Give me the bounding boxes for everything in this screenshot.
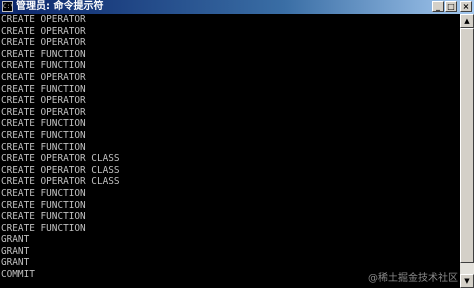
scroll-up-button[interactable]: ▲: [460, 14, 474, 28]
scroll-thumb[interactable]: [460, 28, 474, 263]
console-output[interactable]: CREATE OPERATOR CREATE OPERATOR CREATE O…: [0, 14, 460, 288]
console-line: CREATE FUNCTION: [1, 118, 86, 130]
window-title: 管理员: 命令提示符: [16, 1, 104, 12]
console-line: CREATE OPERATOR: [1, 106, 86, 118]
console-line: GRANT: [1, 245, 30, 257]
minimize-button[interactable]: _: [432, 1, 444, 12]
watermark: @稀土掘金技术社区: [368, 273, 458, 284]
close-button[interactable]: ×: [460, 1, 472, 12]
console-line: GRANT: [1, 234, 30, 246]
console-line: CREATE FUNCTION: [1, 83, 86, 95]
console-line: CREATE FUNCTION: [1, 129, 86, 141]
console-line: CREATE FUNCTION: [1, 211, 86, 223]
console-line: CREATE FUNCTION: [1, 187, 86, 199]
console-line: CREATE FUNCTION: [1, 199, 86, 211]
title-bar[interactable]: C:\ 管理员: 命令提示符 _ □ ×: [0, 0, 474, 14]
console-line: CREATE OPERATOR: [1, 14, 86, 25]
console-line: CREATE FUNCTION: [1, 222, 86, 234]
maximize-button[interactable]: □: [445, 1, 457, 12]
console-line: CREATE OPERATOR: [1, 95, 86, 107]
command-prompt-window: C:\ 管理员: 命令提示符 _ □ × CREATE OPERATOR CRE…: [0, 0, 474, 288]
console-line: CREATE FUNCTION: [1, 141, 86, 153]
scroll-down-button[interactable]: ▼: [460, 274, 474, 288]
console-line: CREATE FUNCTION: [1, 48, 86, 60]
console-line: CREATE OPERATOR CLASS: [1, 164, 120, 176]
console-line: CREATE OPERATOR: [1, 71, 86, 83]
vertical-scrollbar[interactable]: ▲ ▼: [460, 14, 474, 288]
window-controls: _ □ ×: [432, 1, 472, 13]
console-line: CREATE FUNCTION: [1, 60, 86, 72]
console-line: CREATE OPERATOR: [1, 37, 86, 49]
cmd-icon[interactable]: C:\: [2, 1, 13, 12]
console-line: CREATE OPERATOR CLASS: [1, 153, 120, 165]
console-line: GRANT: [1, 257, 30, 269]
console-line: CREATE OPERATOR CLASS: [1, 176, 120, 188]
console-line: CREATE OPERATOR: [1, 25, 86, 37]
